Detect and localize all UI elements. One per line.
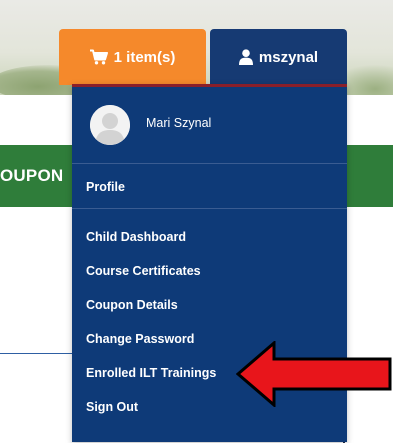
dropdown-user-header: Mari Szynal [72, 87, 347, 163]
dropdown-divider [72, 208, 347, 209]
dropdown-divider [72, 163, 347, 164]
shopping-cart-icon [89, 49, 108, 65]
red-pointer-arrow-icon [235, 339, 393, 411]
menu-item-coupon-details[interactable]: Coupon Details [86, 298, 178, 312]
user-label: mszynal [258, 48, 319, 66]
content-divider [0, 353, 75, 354]
cart-button[interactable]: 1 item(s) [59, 29, 206, 85]
default-avatar-icon [90, 105, 130, 145]
menu-item-child-dashboard[interactable]: Child Dashboard [86, 230, 186, 244]
user-menu-button[interactable]: mszynal [210, 29, 347, 85]
menu-item-enrolled-ilt-trainings[interactable]: Enrolled ILT Trainings [86, 366, 216, 380]
menu-item-profile[interactable]: Profile [86, 180, 125, 194]
dropdown-user-name: Mari Szynal [146, 116, 212, 130]
user-icon [238, 49, 253, 65]
coupon-banner-text: OUPON [0, 166, 64, 185]
menu-item-change-password[interactable]: Change Password [86, 332, 194, 346]
cart-label: 1 item(s) [113, 48, 176, 66]
menu-item-course-certificates[interactable]: Course Certificates [86, 264, 201, 278]
menu-item-sign-out[interactable]: Sign Out [86, 400, 138, 414]
